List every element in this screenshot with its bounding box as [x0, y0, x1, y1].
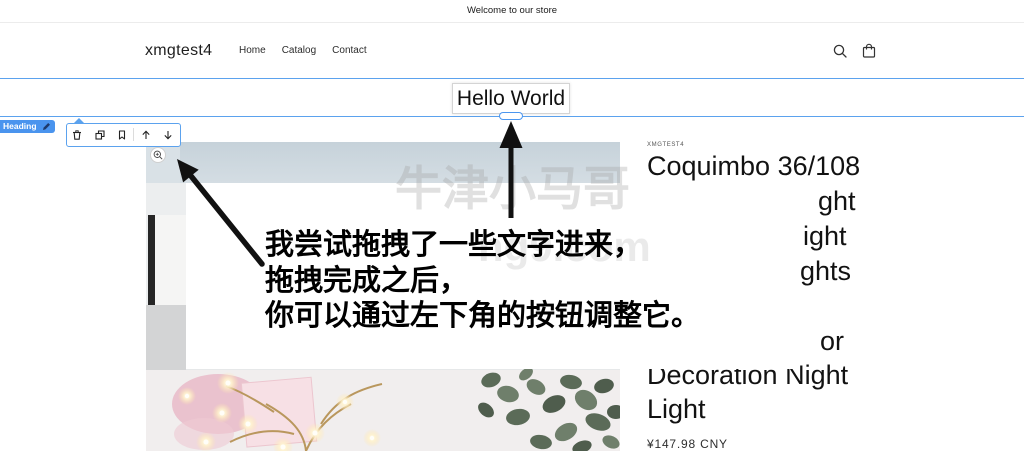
product-title-line: ghts [800, 256, 852, 286]
cart-icon[interactable] [862, 43, 876, 58]
nav-item-home[interactable]: Home [239, 45, 266, 57]
search-icon[interactable] [833, 44, 847, 58]
toolbar-divider [133, 128, 134, 141]
product-title-line: or [820, 326, 845, 356]
annotation-line: 你可以通过左下角的按钮调整它。 [265, 298, 701, 332]
heading-element[interactable]: Hello World [452, 83, 570, 114]
arrow-down-icon[interactable] [162, 129, 174, 141]
element-type-label: Heading [3, 121, 37, 131]
nav-item-catalog[interactable]: Catalog [282, 45, 316, 57]
zoom-in-icon[interactable] [150, 147, 166, 163]
arrow-up-icon[interactable] [140, 129, 152, 141]
product-title-line: Coquimbo 36/108 [647, 151, 861, 181]
product-price: ¥147.98 CNY [647, 437, 728, 451]
resize-handle[interactable] [499, 112, 523, 120]
element-type-badge[interactable]: Heading [0, 120, 55, 133]
product-title-line: ght [818, 186, 856, 216]
main-nav: Home Catalog Contact [239, 45, 367, 57]
store-logo[interactable]: xmgtest4 [145, 41, 212, 61]
duplicate-icon[interactable] [94, 129, 106, 141]
annotation-text: 我尝试拖拽了一些文字进来， 拖拽完成之后， 你可以通过左下角的按钮调整它。 [265, 227, 700, 334]
pencil-icon[interactable] [42, 122, 51, 131]
element-toolbar [66, 123, 181, 147]
product-vendor: XMGTEST4 [647, 142, 685, 148]
announcement-text: Welcome to our store [466, 5, 558, 16]
nav-item-contact[interactable]: Contact [332, 45, 366, 57]
watermark-name: 牛津小马哥 [395, 162, 630, 217]
trash-icon[interactable] [71, 129, 83, 141]
product-title-line: Light [647, 394, 706, 424]
product-title-line: ight [803, 221, 847, 251]
bookmark-icon[interactable] [116, 129, 128, 141]
annotation-line: 拖拽完成之后， [265, 262, 469, 297]
annotation-line: 我尝试拖拽了一些文字进来， [265, 227, 643, 261]
announcement-bar: Welcome to our store [0, 0, 1024, 23]
